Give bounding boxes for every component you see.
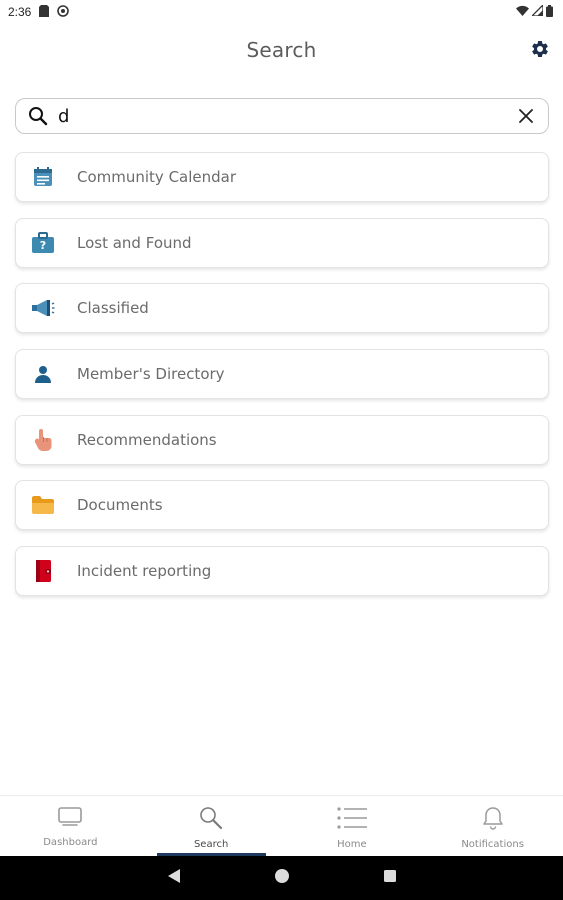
search-icon [28, 105, 50, 127]
nav-label: Notifications [461, 839, 524, 850]
hand-pointer-icon [30, 427, 56, 453]
result-incident-reporting[interactable]: Incident reporting [15, 546, 549, 597]
sd-card-icon [39, 4, 50, 20]
wifi-icon [516, 5, 529, 19]
nav-dashboard[interactable]: Dashboard [0, 796, 141, 856]
nav-label: Dashboard [43, 837, 98, 848]
megaphone-icon [30, 295, 56, 321]
status-bar: 2:36 [0, 0, 563, 24]
home-button[interactable] [274, 868, 290, 889]
folder-icon [30, 492, 56, 518]
system-navigation-bar [0, 856, 563, 900]
home-circle-icon [274, 868, 289, 883]
result-label: Member's Directory [77, 365, 225, 384]
status-time: 2:36 [8, 5, 32, 19]
result-lost-and-found[interactable]: ? Lost and Found [15, 217, 549, 268]
search-bar [15, 98, 549, 134]
report-book-icon [30, 558, 56, 584]
nav-search[interactable]: Search [141, 796, 282, 856]
nav-home[interactable]: Home [282, 796, 423, 856]
close-icon [519, 109, 533, 123]
signal-icon [530, 3, 544, 19]
result-recommendations[interactable]: Recommendations [15, 414, 549, 465]
page-title: Search [246, 38, 317, 62]
status-right [516, 3, 553, 20]
search-results-list: Community Calendar ? Lost and Found Clas… [15, 152, 549, 612]
svg-text:?: ? [40, 239, 46, 252]
app-header: Search [0, 24, 563, 76]
battery-icon [546, 4, 553, 20]
lost-found-icon: ? [30, 230, 56, 256]
back-button[interactable] [167, 868, 181, 889]
recents-button[interactable] [383, 869, 397, 888]
recents-square-icon [383, 869, 396, 882]
result-label: Incident reporting [77, 562, 212, 581]
nav-label: Home [337, 839, 367, 850]
sync-icon [57, 4, 70, 20]
result-community-calendar[interactable]: Community Calendar [15, 152, 549, 202]
result-label: Recommendations [77, 430, 217, 449]
result-label: Lost and Found [77, 233, 192, 252]
person-icon [30, 361, 56, 387]
nav-notifications[interactable]: Notifications [422, 796, 563, 856]
calendar-icon [30, 164, 56, 190]
nav-label: Search [193, 839, 229, 850]
result-label: Documents [77, 496, 163, 515]
result-documents[interactable]: Documents [15, 480, 549, 531]
search-icon [198, 806, 224, 835]
search-input[interactable] [50, 101, 514, 131]
result-label: Community Calendar [77, 168, 237, 186]
result-members-directory[interactable]: Member's Directory [15, 349, 549, 400]
back-triangle-icon [167, 868, 180, 883]
result-classified[interactable]: Classified [15, 283, 549, 334]
status-left: 2:36 [8, 4, 70, 20]
gear-icon [532, 40, 548, 57]
bottom-navigation: Dashboard Search Home Notifications [0, 795, 563, 856]
dashboard-icon [57, 806, 83, 833]
list-icon [336, 806, 368, 835]
result-label: Classified [77, 299, 149, 318]
clear-search-button[interactable] [514, 104, 538, 128]
bell-icon [481, 806, 505, 835]
settings-button[interactable] [529, 38, 551, 60]
